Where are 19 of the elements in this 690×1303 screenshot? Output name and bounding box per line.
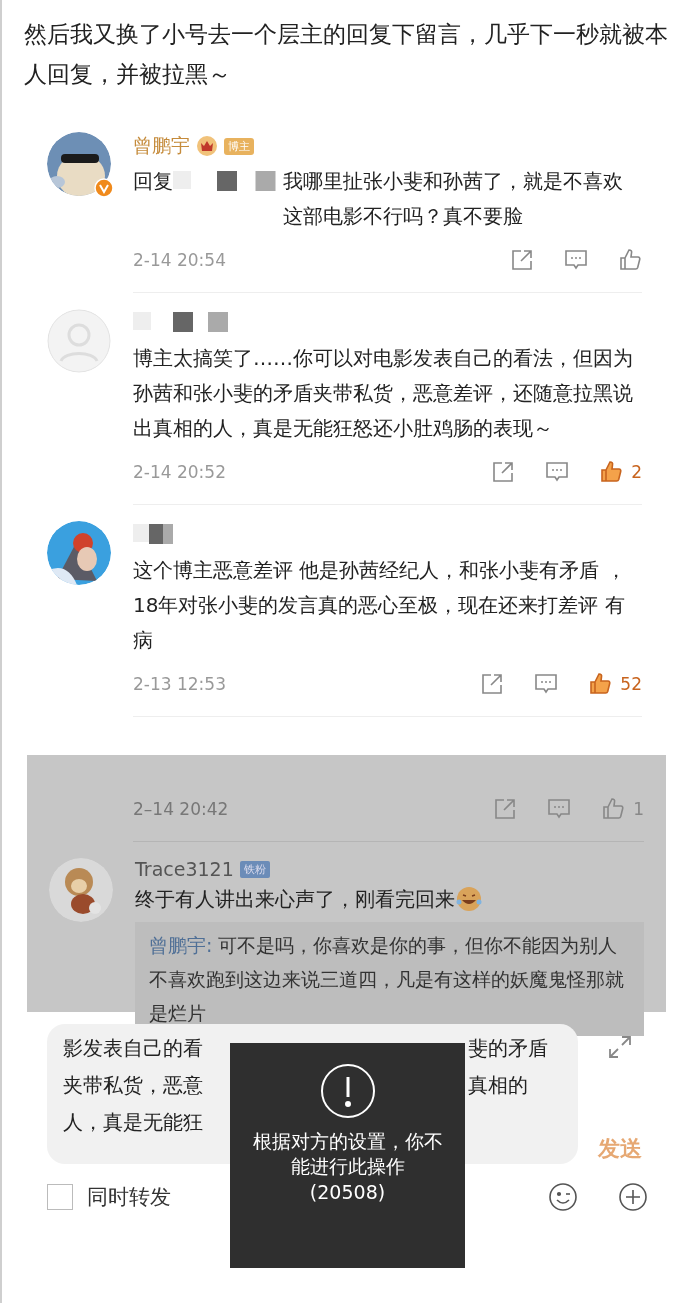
quoted-reply: 曾鹏宇: 可不是吗，你喜欢是你的事，但你不能因为别人不喜欢跑到这边来说三道四，凡是有这样的妖魔鬼怪那就是烂片 — [135, 922, 644, 1036]
error-code: (20508) — [309, 1181, 386, 1203]
forward-label: 同时转发 — [87, 1184, 171, 1211]
comment-time: 2-13 12:53 — [133, 674, 227, 694]
comment-text: 终于有人讲出来心声了，刚看完回来 — [135, 886, 455, 913]
like-count: 1 — [633, 799, 644, 819]
reply-prefix: 回复 — [133, 168, 173, 195]
article-paragraph: 然后我又换了小号去一个层主的回复下留言，几乎下一秒就被本人回复，并被拉黑～ — [23, 20, 669, 89]
comment-time: 2-14 20:54 — [133, 250, 227, 270]
blogger-badge: 博主 — [224, 137, 254, 155]
like-count: 2 — [631, 462, 642, 482]
toast-message: 根据对方的设置，你不能进行此操作 — [251, 1129, 444, 1179]
fan-badge: 铁粉 — [239, 860, 270, 878]
comment-time: 2–14 20:42 — [133, 799, 230, 819]
comment-text: 博主太搞笑了……你可以对电影发表自己的看法，但因为孙茜和张小斐的矛盾夹带私货，恶意差评，还随意拉黑说出真相的人，真是无能狂怒还小肚鸡肠的表现～ — [133, 345, 634, 442]
comment-text: 我哪里扯张小斐和孙茜了，就是不喜欢这部电影不行吗？真不要脸 — [283, 168, 624, 230]
like-count: 52 — [620, 674, 642, 694]
comment-time: 2-14 20:52 — [133, 462, 227, 482]
comment-text: 这个博主恶意差评 他是孙茜经纪人，和张小斐有矛盾 ，18年对张小斐的发言真的恶心至极，现在还来打差评 有病 — [133, 557, 627, 654]
